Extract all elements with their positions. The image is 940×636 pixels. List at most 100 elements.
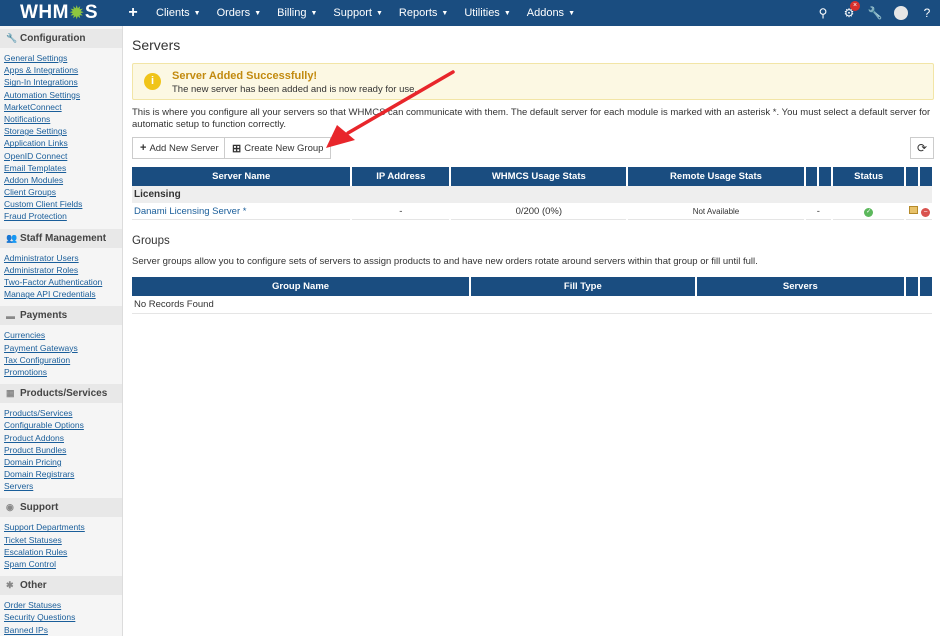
quick-add-button[interactable]: +	[126, 4, 140, 22]
button-row: + Add New Server ⊞ Create New Group ⟳	[132, 137, 934, 159]
col-server-name[interactable]: Server Name	[132, 167, 351, 186]
sidebar-section-support: ◉ Support	[0, 498, 122, 518]
extra-value: -	[805, 203, 832, 220]
refresh-icon: ⟳	[916, 141, 928, 155]
col-blank-1	[805, 167, 818, 186]
col-whmcs-usage[interactable]: WHMCS Usage Stats	[451, 167, 627, 186]
other-icon: ✱	[6, 580, 14, 591]
sidebar-item-banned-ips[interactable]: Banned IPs	[0, 624, 122, 636]
create-new-group-button[interactable]: ⊞ Create New Group	[224, 137, 332, 159]
sidebar-item-product-bundles[interactable]: Product Bundles	[0, 444, 122, 456]
sidebar-item-application-links[interactable]: Application Links	[0, 137, 122, 149]
col-blank-2	[819, 167, 832, 186]
sidebar-item-storage-settings[interactable]: Storage Settings	[0, 125, 122, 137]
nav-support[interactable]: Support ▼	[325, 7, 390, 19]
nav-addons[interactable]: Addons ▼	[519, 7, 583, 19]
col-group-name[interactable]: Group Name	[132, 277, 470, 296]
nav-reports[interactable]: Reports ▼	[391, 7, 456, 19]
sidebar-item-ticket-statuses[interactable]: Ticket Statuses	[0, 534, 122, 546]
sidebar-item-two-factor-authentication[interactable]: Two-Factor Authentication	[0, 276, 122, 288]
sidebar: 🔧 Configuration General Settings Apps & Int…	[0, 26, 123, 636]
user-avatar[interactable]	[888, 6, 914, 21]
sidebar-section-staff-management: 👥 Staff Management	[0, 228, 122, 248]
sidebar-item-servers[interactable]: Servers	[0, 480, 122, 492]
col-blank-5	[906, 277, 918, 296]
nav-clients[interactable]: Clients ▼	[148, 7, 209, 19]
sidebar-item-general-settings[interactable]: General Settings	[0, 52, 122, 64]
add-new-server-button[interactable]: + Add New Server	[132, 137, 227, 159]
col-blank-3	[906, 167, 919, 186]
sidebar-item-notifications[interactable]: Notifications	[0, 113, 122, 125]
sidebar-item-configurable-options[interactable]: Configurable Options	[0, 419, 122, 431]
remote-usage: Not Available	[628, 203, 804, 220]
sidebar-item-administrator-users[interactable]: Administrator Users	[0, 252, 122, 264]
wrench-icon[interactable]: 🔧	[862, 6, 888, 20]
col-ip-address[interactable]: IP Address	[352, 167, 450, 186]
sidebar-item-tax-configuration[interactable]: Tax Configuration	[0, 354, 122, 366]
sidebar-item-sign-in-integrations[interactable]: Sign-In Integrations	[0, 76, 122, 88]
whmcs-logo[interactable]: WHM ✹ S	[20, 2, 110, 24]
col-fill-type[interactable]: Fill Type	[471, 277, 695, 296]
nav-billing[interactable]: Billing ▼	[269, 7, 325, 19]
sidebar-item-marketconnect[interactable]: MarketConnect	[0, 101, 122, 113]
notifications-gear-icon[interactable]: ⚙ ×	[836, 1, 862, 20]
sidebar-item-payment-gateways[interactable]: Payment Gateways	[0, 342, 122, 354]
sidebar-item-openid-connect[interactable]: OpenID Connect	[0, 150, 122, 162]
col-remote-usage[interactable]: Remote Usage Stats	[628, 167, 804, 186]
sidebar-item-email-templates[interactable]: Email Templates	[0, 162, 122, 174]
col-blank-4	[920, 167, 932, 186]
sidebar-item-addon-modules[interactable]: Addon Modules	[0, 174, 122, 186]
products-icon: ▦	[6, 388, 15, 399]
sidebar-item-apps-integrations[interactable]: Apps & Integrations	[0, 64, 122, 76]
server-name-link[interactable]: Danami Licensing Server *	[134, 206, 246, 217]
nav-utilities[interactable]: Utilities ▼	[456, 7, 518, 19]
groups-description: Server groups allow you to configure set…	[132, 256, 758, 267]
sidebar-item-security-questions[interactable]: Security Questions	[0, 611, 122, 623]
sidebar-item-currencies[interactable]: Currencies	[0, 329, 122, 341]
sidebar-item-custom-client-fields[interactable]: Custom Client Fields	[0, 198, 122, 210]
sidebar-item-escalation-rules[interactable]: Escalation Rules	[0, 546, 122, 558]
sidebar-item-spam-control[interactable]: Spam Control	[0, 558, 122, 570]
sidebar-item-automation-settings[interactable]: Automation Settings	[0, 89, 122, 101]
sidebar-item-domain-registrars[interactable]: Domain Registrars	[0, 468, 122, 480]
sidebar-item-products-services[interactable]: Products/Services	[0, 407, 122, 419]
sidebar-item-fraud-protection[interactable]: Fraud Protection	[0, 210, 122, 222]
page-title: Servers	[132, 37, 181, 53]
plus-square-icon: ⊞	[232, 142, 242, 155]
sidebar-item-promotions[interactable]: Promotions	[0, 366, 122, 378]
sidebar-item-order-statuses[interactable]: Order Statuses	[0, 599, 122, 611]
caret-down-icon: ▼	[503, 9, 511, 17]
help-icon[interactable]: ?	[914, 6, 940, 20]
refresh-button[interactable]: ⟳	[910, 137, 934, 159]
caret-down-icon: ▼	[254, 9, 262, 17]
sidebar-item-manage-api-credentials[interactable]: Manage API Credentials	[0, 288, 122, 300]
servers-table: Server Name IP Address WHMCS Usage Stats…	[130, 167, 934, 220]
col-blank-6	[920, 277, 932, 296]
whmcs-usage: 0/200 (0%)	[451, 203, 627, 220]
status-ok-icon: ✓	[864, 208, 874, 217]
info-icon: i	[144, 73, 161, 90]
search-icon[interactable]: ⚲	[810, 6, 836, 20]
sidebar-section-other: ✱ Other	[0, 576, 122, 596]
sidebar-item-domain-pricing[interactable]: Domain Pricing	[0, 456, 122, 468]
col-servers[interactable]: Servers	[696, 277, 905, 296]
col-status[interactable]: Status	[833, 167, 905, 186]
edit-icon[interactable]	[909, 205, 919, 214]
sidebar-item-administrator-roles[interactable]: Administrator Roles	[0, 264, 122, 276]
sidebar-item-product-addons[interactable]: Product Addons	[0, 432, 122, 444]
alert-title: Server Added Successfully!	[172, 70, 318, 82]
main-nav: Clients ▼ Orders ▼ Billing ▼ Support ▼ Reports ▼ U…	[148, 7, 583, 19]
groups-table: Group Name Fill Type Servers No Records …	[130, 277, 934, 314]
sidebar-section-configuration: 🔧 Configuration	[0, 29, 122, 48]
groups-heading: Groups	[132, 235, 170, 247]
caret-down-icon: ▼	[375, 9, 383, 17]
users-icon: 👥	[6, 232, 18, 243]
delete-icon[interactable]: −	[921, 207, 930, 217]
topbar-icons: ⚲ ⚙ × 🔧 ?	[810, 0, 940, 26]
success-alert: i Server Added Successfully! The new ser…	[132, 63, 934, 100]
sidebar-section-payments: ▬ Payments	[0, 306, 122, 326]
sidebar-item-client-groups[interactable]: Client Groups	[0, 186, 122, 198]
nav-orders[interactable]: Orders ▼	[209, 7, 270, 19]
plus-icon: +	[140, 142, 147, 154]
sidebar-item-support-departments[interactable]: Support Departments	[0, 521, 122, 533]
